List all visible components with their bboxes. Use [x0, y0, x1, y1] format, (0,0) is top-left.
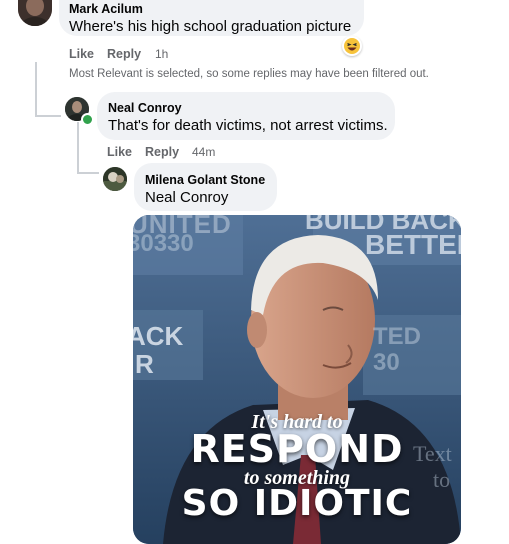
- comment-text: That's for death victims, not arrest vic…: [108, 117, 388, 134]
- background-sign-text: 30: [373, 349, 400, 376]
- background-sign-text: TED: [373, 323, 421, 350]
- avatar[interactable]: [103, 167, 127, 191]
- gif-caption-line: RESPOND: [190, 427, 404, 471]
- like-button[interactable]: Like: [69, 47, 94, 61]
- profile-photo-icon: [103, 167, 127, 191]
- comment-text: Where's his high school graduation pictu…: [69, 18, 352, 35]
- background-sign-text: R: [135, 349, 154, 379]
- thread-connector-2: [77, 172, 99, 174]
- comment-author[interactable]: Mark Acilum: [69, 2, 143, 16]
- reply-button[interactable]: Reply: [145, 145, 179, 159]
- filter-notice: Most Relevant is selected, so some repli…: [69, 68, 429, 80]
- mention-link[interactable]: Neal Conroy: [145, 189, 228, 206]
- thread-connector-1: [35, 115, 61, 117]
- reaction-gif[interactable]: UNITED 30330 BUILD BACK BETTER ACK R TED…: [133, 215, 461, 544]
- comment-timestamp[interactable]: 1h: [155, 47, 168, 61]
- thread-line-1: [35, 62, 37, 117]
- comment-author[interactable]: Neal Conroy: [108, 101, 182, 115]
- comment-timestamp[interactable]: 44m: [192, 145, 215, 159]
- haha-emoji-icon[interactable]: [342, 36, 362, 56]
- reply-button[interactable]: Reply: [107, 47, 141, 61]
- like-button[interactable]: Like: [107, 145, 132, 159]
- avatar[interactable]: [18, 0, 52, 26]
- thread-line-2: [77, 122, 79, 174]
- background-sign-text: BETTER: [365, 229, 461, 260]
- comment-author[interactable]: Milena Golant Stone: [145, 173, 265, 187]
- profile-photo-icon: [18, 0, 52, 26]
- online-status-dot: [81, 113, 94, 126]
- background-sign-text: ACK: [133, 321, 184, 351]
- background-sign-text: 30330: [133, 230, 194, 257]
- gif-caption-line: SO IDIOTIC: [181, 483, 413, 524]
